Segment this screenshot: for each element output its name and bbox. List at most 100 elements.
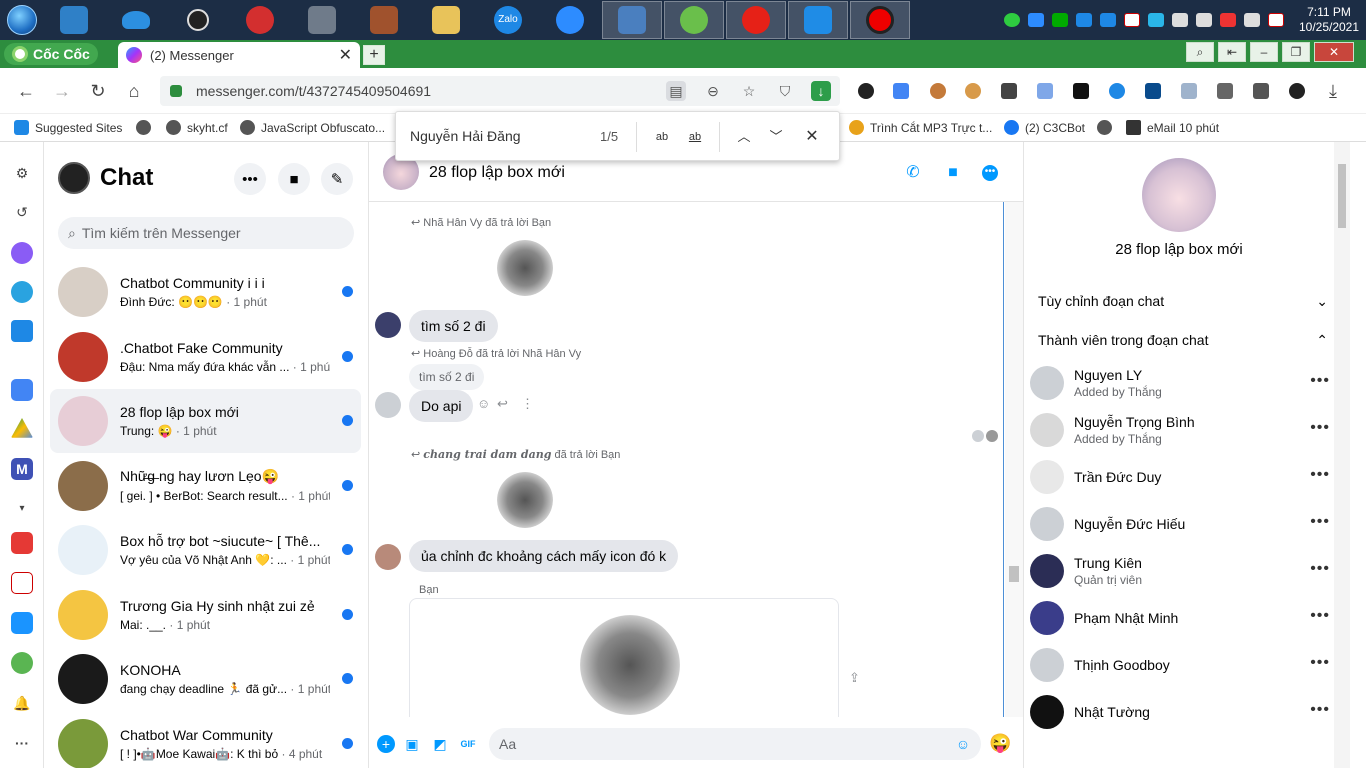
tray-circle-icon[interactable] (1004, 13, 1020, 27)
reply-icon[interactable]: ↩ (497, 396, 508, 412)
panda-icon[interactable] (1289, 83, 1305, 99)
tab-close-icon[interactable]: ✕ (339, 45, 352, 65)
tray-flag-icon[interactable] (1268, 13, 1284, 27)
member-item[interactable]: Phạm Nhật Minh ••• (1030, 595, 1330, 641)
video-call-icon[interactable]: ■ (278, 163, 310, 195)
forward-button[interactable]: → (51, 80, 73, 102)
bookmark-item[interactable]: skyht.cf (166, 120, 228, 135)
chat-item[interactable]: 28 flop lập box mới Trung: 😜 · 1 phút (50, 389, 361, 453)
member-options-icon[interactable]: ••• (1310, 419, 1330, 437)
member-item[interactable]: Nhật Tường ••• (1030, 689, 1330, 735)
translate-icon[interactable] (11, 379, 33, 401)
member-item[interactable]: Nguyen LY Added by Thắng ••• (1030, 360, 1330, 406)
bookmark-item[interactable] (136, 120, 151, 135)
react-icon[interactable]: ☺ (477, 396, 490, 411)
taskbar-youtube[interactable] (726, 1, 786, 39)
ext-translate-icon[interactable] (893, 83, 909, 99)
bookmark-item[interactable]: Trình Cắt MP3 Trực t... (849, 120, 992, 135)
message-input[interactable]: Aa (489, 728, 981, 760)
m-app-icon[interactable]: M (11, 458, 33, 480)
find-previous-icon[interactable]: ︿ (733, 126, 755, 148)
bookmark-item[interactable]: Suggested Sites (14, 120, 122, 135)
emoji-icon[interactable]: ☺ (954, 735, 972, 753)
home-button[interactable]: ⌂ (123, 80, 145, 102)
member-item[interactable]: Trung Kiên Quản trị viên ••• (1030, 548, 1330, 594)
profile-avatar[interactable] (58, 162, 90, 194)
find-next-icon[interactable]: ﹀ (765, 126, 787, 148)
tray-shield-icon[interactable] (1148, 13, 1164, 27)
taskbar-obs[interactable] (168, 1, 228, 39)
download-video-icon[interactable]: ↓ (811, 81, 831, 101)
customize-chat-section[interactable]: Tùy chỉnh đoạn chat ⌄ (1038, 293, 1328, 310)
more-actions-icon[interactable]: ⋮ (521, 396, 534, 412)
match-case-button[interactable]: ab (651, 126, 673, 148)
member-item[interactable]: Trần Đức Duy ••• (1030, 454, 1330, 500)
image-attachment[interactable] (409, 468, 641, 542)
find-close-icon[interactable]: ✕ (801, 126, 823, 148)
chat-item[interactable]: .Chatbot Fake Community Đậu: Nma mấy đứa … (50, 325, 361, 389)
ext-j-icon[interactable] (1145, 83, 1161, 99)
tray-volume-icon[interactable] (1244, 13, 1260, 27)
taskbar-coccoc[interactable] (664, 1, 724, 39)
member-options-icon[interactable]: ••• (1310, 701, 1330, 719)
photo-icon[interactable]: ▣ (403, 735, 421, 753)
tray-terminal-icon[interactable] (1052, 13, 1068, 27)
clock[interactable]: 7:11 PM 10/25/2021 (1298, 5, 1360, 35)
chat-item[interactable]: Nhữ̶g̶ ng hay lươn Lẹo😜 [ gei. ] • BerBot… (50, 454, 361, 518)
gif-icon[interactable]: GIF (459, 735, 477, 753)
tab-messenger[interactable]: (2) Messenger ✕ (118, 42, 360, 68)
ext-cookie2-icon[interactable] (965, 83, 981, 99)
history-icon[interactable]: ↺ (11, 201, 33, 223)
conversation-info-icon[interactable]: ••• (982, 165, 998, 181)
ext-cookie-icon[interactable] (930, 83, 946, 99)
member-options-icon[interactable]: ••• (1310, 607, 1330, 625)
new-tab-button[interactable]: + (363, 45, 385, 65)
messenger-icon[interactable] (11, 242, 33, 264)
chat-item[interactable]: Trương Gia Hy sinh nhật zui zẻ Mai: .__. … (50, 583, 361, 647)
member-options-icon[interactable]: ••• (1310, 654, 1330, 672)
sticker-icon[interactable]: ◩ (431, 735, 449, 753)
tiki-icon[interactable] (11, 612, 33, 634)
scrollbar-thumb[interactable] (1338, 164, 1346, 228)
member-item[interactable]: Nguyễn Trọng Bình Added by Thắng ••• (1030, 407, 1330, 453)
downloads-icon[interactable]: ⤓ (1329, 82, 1345, 100)
browser-menu-button[interactable]: Cốc Cốc (4, 43, 98, 65)
taskbar-remote-desktop[interactable] (788, 1, 848, 39)
back-button[interactable]: ← (15, 80, 37, 102)
vtv-icon[interactable] (11, 572, 33, 594)
share-icon[interactable]: ⇪ (849, 670, 860, 686)
tray-app-icon[interactable] (1076, 13, 1092, 27)
taskbar-anonymous[interactable] (292, 1, 352, 39)
taskbar-onedrive[interactable] (106, 1, 166, 39)
tray-app2-icon[interactable] (1100, 13, 1116, 27)
extensions-puzzle-icon[interactable] (1217, 83, 1233, 99)
chat-item[interactable]: KONOHA đang chạy deadline 🏃 đã gử... · 1 … (50, 647, 361, 711)
taskbar-explorer[interactable] (416, 1, 476, 39)
tray-power-icon[interactable] (1196, 13, 1212, 27)
group-avatar-large[interactable] (1142, 158, 1216, 232)
taskbar-zoom[interactable] (540, 1, 600, 39)
more-icon[interactable]: ··· (11, 732, 33, 754)
taskbar-remote[interactable] (602, 1, 662, 39)
scrollbar-thumb[interactable] (1009, 566, 1019, 582)
shield-icon[interactable]: ⛉ (775, 81, 795, 101)
settings-gear-icon[interactable]: ⚙ (11, 162, 33, 184)
bookmark-star-icon[interactable]: ☆ (739, 81, 759, 101)
taskbar-vscode[interactable] (44, 1, 104, 39)
tray-v-icon[interactable] (1124, 13, 1140, 27)
reload-button[interactable]: ↻ (87, 80, 109, 102)
sender-avatar[interactable] (375, 312, 401, 338)
url-box[interactable]: messenger.com/t/4372745409504691 (160, 76, 840, 106)
member-options-icon[interactable]: ••• (1310, 513, 1330, 531)
ext-grid-icon[interactable] (1001, 83, 1017, 99)
maximize-button[interactable]: ❐ (1282, 42, 1310, 62)
telegram-icon[interactable] (11, 281, 33, 303)
ext-color-icon[interactable] (1037, 83, 1053, 99)
message-scrollbar[interactable] (1005, 202, 1023, 717)
bookmark-item[interactable]: eMail 10 phút (1126, 120, 1219, 135)
new-message-icon[interactable]: ✎ (321, 163, 353, 195)
chat-item[interactable]: Box hỗ trợ bot ~siucute~ [ Thê... Vợ yêu … (50, 518, 361, 582)
search-input[interactable]: ⌕ Tìm kiếm trên Messenger (58, 217, 354, 249)
add-icon[interactable]: + (377, 735, 395, 753)
voice-call-icon[interactable]: ✆ (902, 162, 924, 184)
